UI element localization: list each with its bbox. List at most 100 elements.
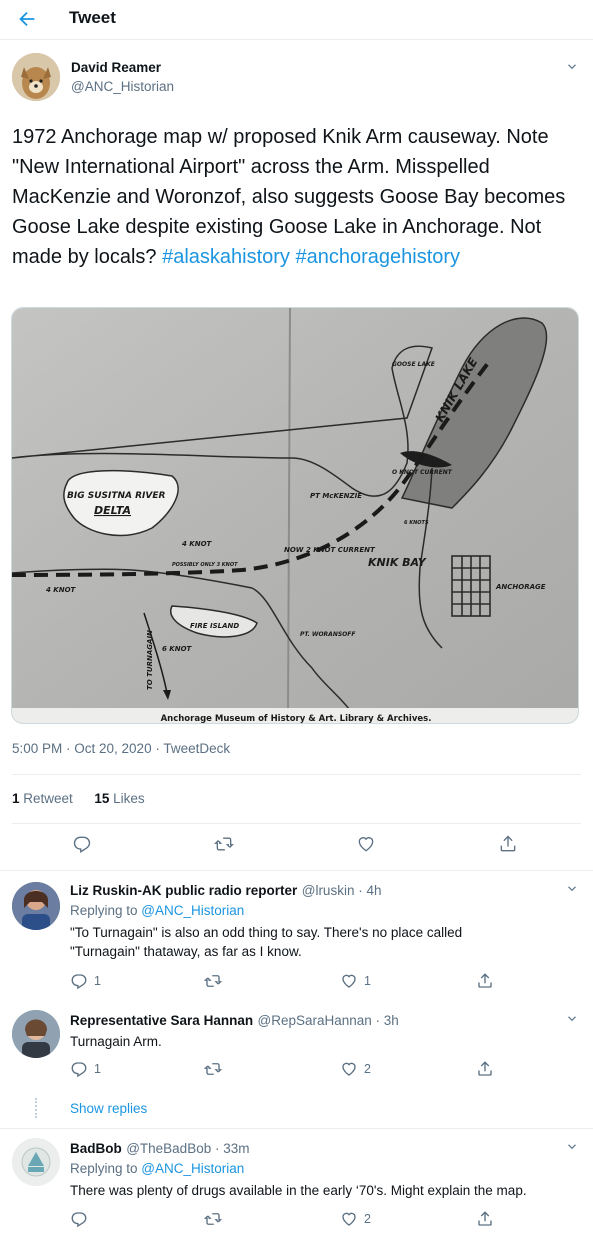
top-bar: Tweet	[0, 0, 593, 40]
reply-icon	[71, 1062, 87, 1078]
like-button[interactable]: 2	[340, 1210, 371, 1228]
map-label-knik-bay: KNIK BAY	[368, 556, 427, 569]
reply-tweet[interactable]: Liz Ruskin-AK public radio reporter @lru…	[0, 872, 593, 1002]
reply-actions: 1 2	[0, 1060, 593, 1088]
heart-icon	[342, 1062, 356, 1076]
tweet-text: 1972 Anchorage map w/ proposed Knik Arm …	[12, 122, 584, 272]
tweet-actions	[0, 834, 593, 862]
like-count: 1	[364, 974, 371, 988]
reply-button[interactable]: 1	[70, 972, 101, 990]
page-title: Tweet	[69, 8, 116, 27]
reply-avatar[interactable]	[12, 1138, 60, 1186]
tweet-options-chevron-icon[interactable]	[565, 60, 579, 74]
retweet-button[interactable]	[204, 1060, 228, 1078]
share-button[interactable]	[498, 834, 518, 854]
reply-icon	[71, 1212, 87, 1228]
back-arrow-icon	[19, 11, 35, 27]
reply-tweet[interactable]: Representative Sara Hannan @RepSaraHanna…	[0, 1002, 593, 1098]
tweet-timestamp[interactable]: 5:00 PM · Oct 20, 2020 · TweetDeck	[12, 741, 230, 756]
map-label-now-2-knot: NOW 2 KNOT CURRENT	[284, 546, 376, 554]
retweet-count: 1	[12, 791, 20, 806]
share-icon	[478, 973, 492, 988]
reply-count: 1	[94, 1062, 101, 1076]
tweet-photo[interactable]: BIG SUSITNA RIVER DELTA GOOSE LAKE KNIK …	[11, 307, 579, 724]
map-label-delta: DELTA	[94, 504, 131, 517]
divider	[0, 870, 593, 871]
share-icon	[500, 835, 516, 852]
reply-icon	[71, 974, 87, 990]
divider	[12, 774, 581, 775]
person-avatar-image	[12, 882, 60, 930]
retweet-label: Retweet	[23, 791, 73, 806]
map-label-pt-woransoff: PT. WORANSOFF	[300, 631, 356, 638]
replying-to-label: Replying to	[70, 903, 142, 918]
map-label-mckenzie: PT McKENZIE	[310, 492, 362, 500]
map-caption: Anchorage Museum of History & Art. Libra…	[161, 714, 432, 724]
reply-button[interactable]: 1	[70, 1060, 101, 1078]
author-name[interactable]: David Reamer	[71, 60, 161, 75]
retweet-stat[interactable]: 1 Retweet	[12, 791, 73, 806]
share-button[interactable]	[476, 1210, 494, 1228]
reply-text: "To Turnagain" is also an odd thing to s…	[70, 925, 463, 959]
like-button[interactable]: 1	[340, 972, 371, 990]
share-icon	[478, 1211, 492, 1226]
map-label-o-knot: O KNOT CURRENT	[392, 469, 453, 476]
reply-author-handle[interactable]: @TheBadBob · 33m	[126, 1141, 249, 1156]
map-label-6-knot: 6 KNOT	[162, 645, 193, 653]
reply-options-chevron-icon[interactable]	[565, 882, 579, 896]
likes-label: Likes	[113, 791, 145, 806]
reply-author-name[interactable]: BadBob	[70, 1141, 122, 1156]
share-button[interactable]	[476, 1060, 494, 1078]
map-image: BIG SUSITNA RIVER DELTA GOOSE LAKE KNIK …	[12, 308, 578, 724]
share-icon	[478, 1061, 492, 1076]
reply-icon	[73, 836, 91, 853]
share-button[interactable]	[476, 972, 494, 990]
map-label-big-susitna: BIG SUSITNA RIVER	[67, 491, 166, 501]
hashtag-anchoragehistory[interactable]: #anchoragehistory	[295, 246, 460, 268]
retweet-button[interactable]	[204, 972, 228, 990]
author-avatar[interactable]	[12, 53, 60, 101]
reply-avatar[interactable]	[12, 1010, 60, 1058]
map-label-6-knots: 6 KNOTS	[404, 520, 429, 526]
reply-options-chevron-icon[interactable]	[565, 1140, 579, 1154]
like-button[interactable]: 2	[340, 1060, 371, 1078]
map-label-fire-island: FIRE ISLAND	[190, 622, 239, 630]
replying-to-link[interactable]: @ANC_Historian	[141, 903, 244, 918]
reply-options-chevron-icon[interactable]	[565, 1012, 579, 1026]
retweet-button[interactable]	[214, 834, 234, 854]
like-button[interactable]	[356, 834, 376, 854]
divider	[0, 1128, 593, 1129]
hashtag-alaskahistory[interactable]: #alaskahistory	[162, 246, 290, 268]
author-handle[interactable]: @ANC_Historian	[71, 79, 174, 94]
reply-button[interactable]	[72, 834, 92, 854]
reply-text: Turnagain Arm.	[70, 1034, 162, 1049]
tweet-stats: 1 Retweet 15 Likes	[12, 791, 145, 806]
replying-to-link[interactable]: @ANC_Historian	[141, 1161, 244, 1176]
likes-count: 15	[94, 791, 110, 806]
retweet-icon	[214, 837, 234, 851]
map-label-goose-lake: GOOSE LAKE	[392, 361, 436, 368]
reply-count: 1	[94, 974, 101, 988]
reply-author-handle[interactable]: @lruskin · 4h	[302, 883, 382, 898]
reply-author-handle[interactable]: @RepSaraHannan · 3h	[258, 1013, 399, 1028]
like-count: 2	[364, 1062, 371, 1076]
heart-icon	[342, 974, 356, 988]
reply-avatar[interactable]	[12, 882, 60, 930]
like-count: 2	[364, 1212, 371, 1226]
back-button[interactable]	[10, 4, 42, 32]
map-label-4-knot-left: 4 KNOT	[46, 586, 77, 594]
heart-icon	[358, 837, 374, 852]
divider	[12, 823, 581, 824]
retweet-button[interactable]	[204, 1210, 228, 1228]
reply-author-name[interactable]: Liz Ruskin-AK public radio reporter	[70, 883, 297, 898]
likes-stat[interactable]: 15 Likes	[94, 791, 144, 806]
retweet-icon	[204, 1213, 222, 1225]
reply-button[interactable]	[70, 1210, 94, 1228]
show-replies-link[interactable]: Show replies	[70, 1101, 147, 1116]
reply-tweet[interactable]: BadBob @TheBadBob · 33m Replying to @ANC…	[0, 1130, 593, 1236]
heart-icon	[342, 1212, 356, 1226]
person-avatar-image	[12, 1010, 60, 1058]
reply-author-name[interactable]: Representative Sara Hannan	[70, 1013, 253, 1028]
replying-to-label: Replying to	[70, 1161, 142, 1176]
map-label-to-turnagain: TO TURNAGAIN	[146, 630, 154, 690]
